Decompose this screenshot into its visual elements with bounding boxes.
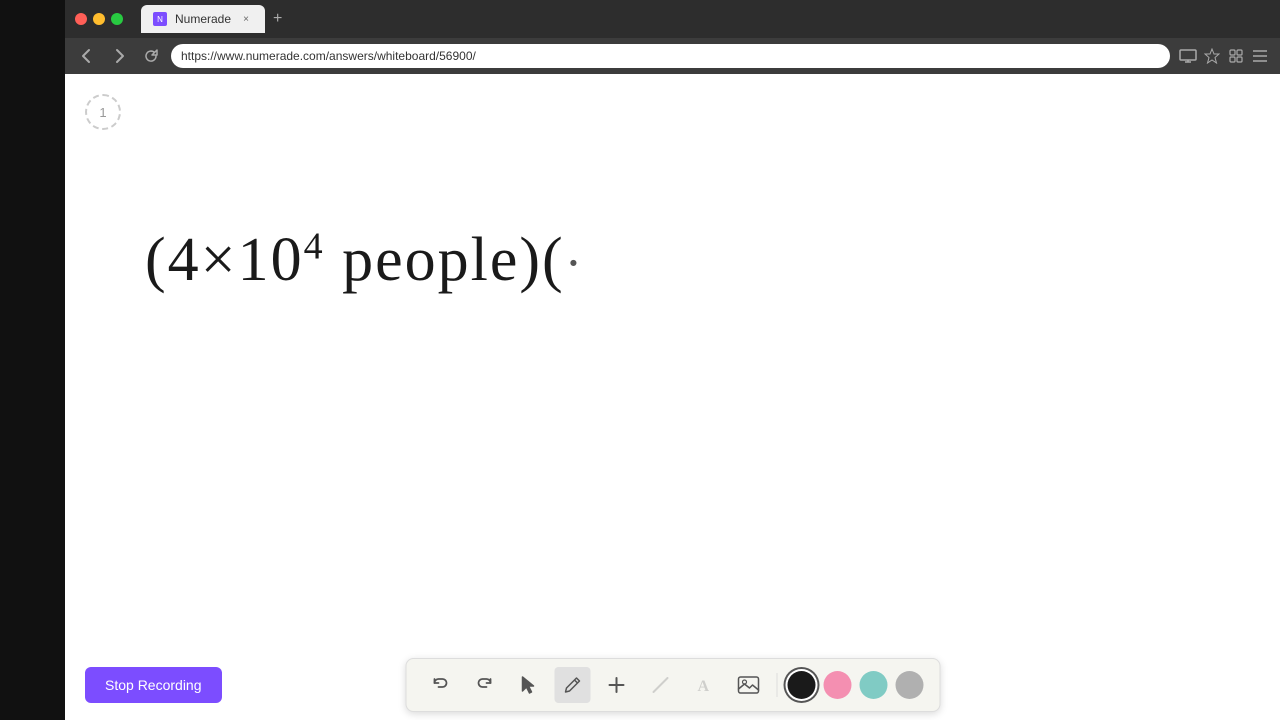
tab-bar: N Numerade × + <box>141 5 1270 33</box>
color-green[interactable] <box>859 671 887 699</box>
forward-button[interactable] <box>107 44 131 68</box>
pen-tool-button[interactable] <box>554 667 590 703</box>
extension-icon[interactable] <box>1226 46 1246 66</box>
select-tool-button[interactable] <box>510 667 546 703</box>
close-button[interactable] <box>75 13 87 25</box>
stop-recording-button[interactable]: Stop Recording <box>85 667 222 703</box>
screen-icon <box>1178 46 1198 66</box>
title-bar: N Numerade × + <box>65 0 1280 38</box>
add-tool-button[interactable] <box>598 667 634 703</box>
tab-title: Numerade <box>175 12 231 26</box>
bottom-area: Stop Recording <box>65 650 1280 720</box>
star-icon[interactable] <box>1202 46 1222 66</box>
window-controls <box>75 13 123 25</box>
browser-icons <box>1178 46 1270 66</box>
tab-close-button[interactable]: × <box>239 12 253 26</box>
drawing-toolbar: A <box>405 658 940 712</box>
left-sidebar <box>0 0 65 720</box>
maximize-button[interactable] <box>111 13 123 25</box>
image-tool-button[interactable] <box>730 667 766 703</box>
undo-button[interactable] <box>422 667 458 703</box>
tab-favicon: N <box>153 12 167 26</box>
new-tab-button[interactable]: + <box>265 10 290 28</box>
eraser-tool-button[interactable] <box>642 667 678 703</box>
color-pink[interactable] <box>823 671 851 699</box>
math-expression: (4×104 people)(· <box>145 229 584 291</box>
refresh-button[interactable] <box>139 44 163 68</box>
redo-button[interactable] <box>466 667 502 703</box>
menu-icon[interactable] <box>1250 46 1270 66</box>
address-bar[interactable] <box>171 44 1170 68</box>
minimize-button[interactable] <box>93 13 105 25</box>
text-tool-button[interactable]: A <box>686 667 722 703</box>
nav-bar <box>65 38 1280 74</box>
color-gray[interactable] <box>895 671 923 699</box>
color-black[interactable] <box>787 671 815 699</box>
browser-window: N Numerade × + <box>65 0 1280 720</box>
active-tab[interactable]: N Numerade × <box>141 5 265 33</box>
svg-text:A: A <box>697 678 709 695</box>
back-button[interactable] <box>75 44 99 68</box>
page-content: 1 (4×104 people)(· Stop Recording <box>65 74 1280 720</box>
whiteboard-canvas[interactable]: (4×104 people)(· <box>65 74 1280 720</box>
toolbar-divider <box>776 673 777 697</box>
